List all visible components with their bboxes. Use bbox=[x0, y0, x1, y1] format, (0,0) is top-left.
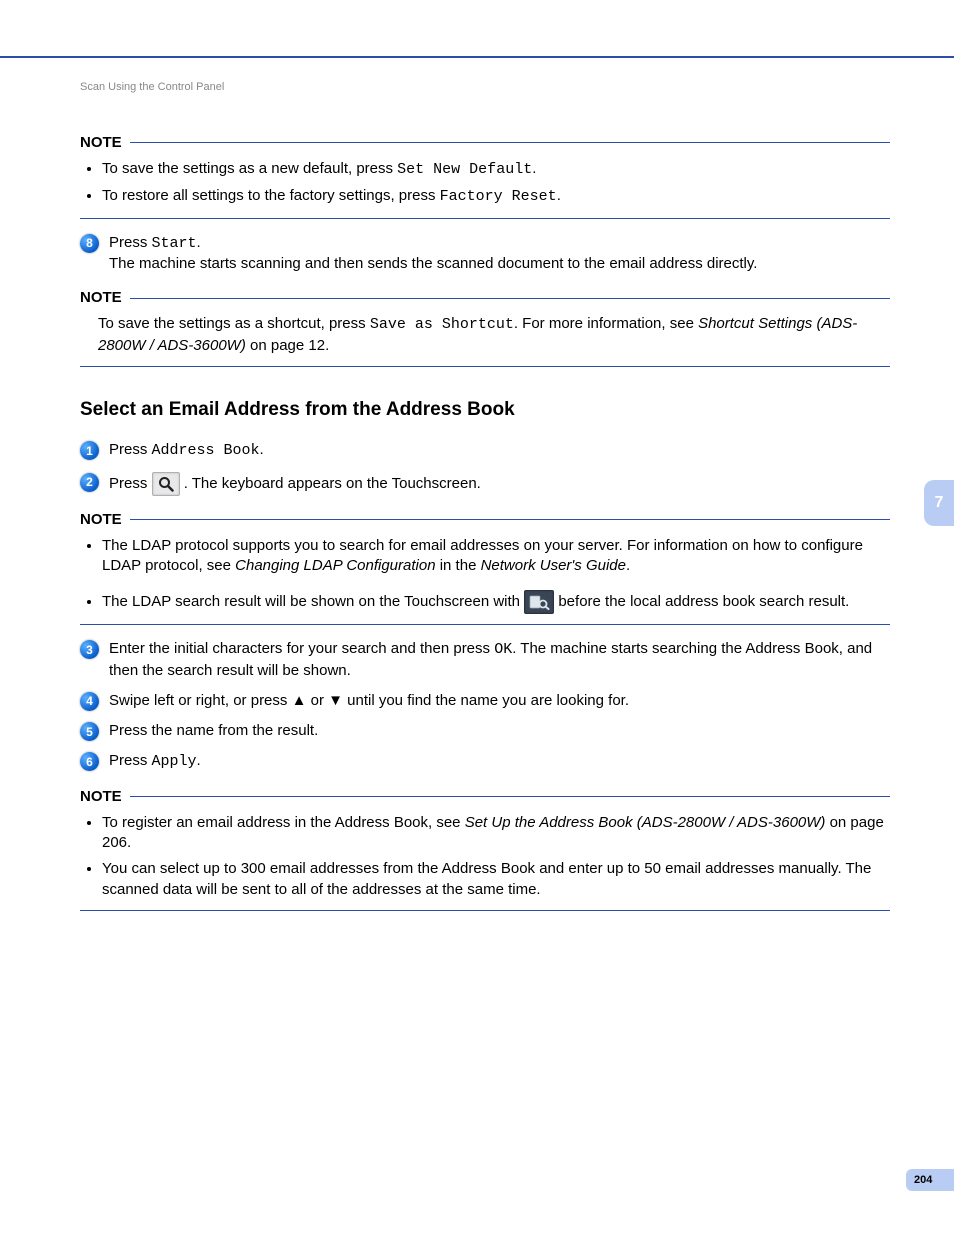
page-number-tab: 204 bbox=[906, 1169, 954, 1191]
mono-text: OK bbox=[494, 641, 512, 658]
note-close-rule bbox=[80, 624, 890, 625]
text: . bbox=[532, 160, 536, 177]
note-label: NOTE bbox=[80, 288, 122, 308]
text: . bbox=[197, 234, 201, 251]
note-label: NOTE bbox=[80, 510, 122, 530]
text: To register an email address in the Addr… bbox=[102, 814, 465, 831]
text: or bbox=[306, 692, 328, 709]
step-3: 3 Enter the initial characters for your … bbox=[80, 639, 890, 681]
italic-ref: Changing LDAP Configuration bbox=[235, 557, 435, 574]
text: until you find the name you are looking … bbox=[343, 692, 629, 709]
mono-text: Save as Shortcut bbox=[370, 316, 514, 333]
up-arrow-icon: ▲ bbox=[292, 692, 307, 709]
step-1: 1 Press Address Book. bbox=[80, 440, 890, 461]
text: on page 12. bbox=[246, 337, 329, 354]
text: The LDAP search result will be shown on … bbox=[102, 593, 524, 610]
step-2: 2 Press . The keyboard appears on the To… bbox=[80, 472, 890, 496]
step-5-body: Press the name from the result. bbox=[109, 721, 890, 741]
page-number: 204 bbox=[914, 1173, 932, 1188]
note-label: NOTE bbox=[80, 133, 122, 153]
text: . For more information, see bbox=[514, 315, 698, 332]
chapter-number: 7 bbox=[935, 492, 944, 514]
note-2-body: To save the settings as a shortcut, pres… bbox=[98, 314, 890, 356]
note-3-list: The LDAP protocol supports you to search… bbox=[80, 536, 890, 615]
note-1-item-1: To save the settings as a new default, p… bbox=[102, 159, 890, 180]
breadcrumb: Scan Using the Control Panel bbox=[80, 80, 890, 95]
step-4: 4 Swipe left or right, or press ▲ or ▼ u… bbox=[80, 691, 890, 711]
note-close-rule bbox=[80, 218, 890, 219]
text: Enter the initial characters for your se… bbox=[109, 640, 494, 657]
text: . bbox=[557, 187, 561, 204]
down-arrow-icon: ▼ bbox=[328, 692, 343, 709]
chapter-tab: 7 bbox=[924, 480, 954, 526]
note-rule bbox=[130, 298, 890, 299]
text: Press bbox=[109, 234, 152, 251]
ldap-result-icon bbox=[524, 590, 554, 614]
text: Press bbox=[109, 752, 152, 769]
step-6-body: Press Apply. bbox=[109, 751, 890, 772]
note-header: NOTE bbox=[80, 510, 890, 530]
note-label: NOTE bbox=[80, 787, 122, 807]
text: Press bbox=[109, 441, 152, 458]
step-2-body: Press . The keyboard appears on the Touc… bbox=[109, 472, 890, 496]
step-badge-3: 3 bbox=[80, 640, 99, 659]
text: . bbox=[626, 557, 630, 574]
step-badge-5: 5 bbox=[80, 722, 99, 741]
note-3-item-2: The LDAP search result will be shown on … bbox=[102, 590, 890, 614]
note-1-item-2: To restore all settings to the factory s… bbox=[102, 186, 890, 207]
text: before the local address book search res… bbox=[558, 593, 849, 610]
note-4-item-1: To register an email address in the Addr… bbox=[102, 813, 890, 854]
step-4-body: Swipe left or right, or press ▲ or ▼ unt… bbox=[109, 691, 890, 711]
mono-text: Start bbox=[152, 235, 197, 252]
note-close-rule bbox=[80, 366, 890, 367]
note-header: NOTE bbox=[80, 133, 890, 153]
note-header: NOTE bbox=[80, 288, 890, 308]
note-rule bbox=[130, 519, 890, 520]
step-badge-8: 8 bbox=[80, 234, 99, 253]
text: in the bbox=[436, 557, 481, 574]
italic-ref: Network User's Guide bbox=[481, 557, 626, 574]
top-border-rule bbox=[0, 56, 954, 58]
step-8-body: Press Start. The machine starts scanning… bbox=[109, 233, 890, 275]
text: . The keyboard appears on the Touchscree… bbox=[184, 475, 481, 492]
step-3-body: Enter the initial characters for your se… bbox=[109, 639, 890, 681]
text: . bbox=[260, 441, 264, 458]
text: To restore all settings to the factory s… bbox=[102, 187, 440, 204]
mono-text: Set New Default bbox=[397, 161, 532, 178]
italic-ref: Set Up the Address Book (ADS-2800W / ADS… bbox=[465, 814, 826, 831]
note-4-item-2: You can select up to 300 email addresses… bbox=[102, 859, 890, 900]
step-5: 5 Press the name from the result. bbox=[80, 721, 890, 741]
step-badge-2: 2 bbox=[80, 473, 99, 492]
text: To save the settings as a shortcut, pres… bbox=[98, 315, 370, 332]
text: Swipe left or right, or press bbox=[109, 692, 292, 709]
note-rule bbox=[130, 796, 890, 797]
step-8: 8 Press Start. The machine starts scanni… bbox=[80, 233, 890, 275]
note-header: NOTE bbox=[80, 787, 890, 807]
note-1-list: To save the settings as a new default, p… bbox=[80, 159, 890, 208]
step-6: 6 Press Apply. bbox=[80, 751, 890, 772]
text: . bbox=[197, 752, 201, 769]
note-rule bbox=[130, 142, 890, 143]
step-badge-4: 4 bbox=[80, 692, 99, 711]
mono-text: Factory Reset bbox=[440, 188, 557, 205]
text: To save the settings as a new default, p… bbox=[102, 160, 397, 177]
note-4-list: To register an email address in the Addr… bbox=[80, 813, 890, 900]
section-heading: Select an Email Address from the Address… bbox=[80, 397, 890, 423]
text: The machine starts scanning and then sen… bbox=[109, 255, 757, 272]
magnifier-icon bbox=[152, 472, 180, 496]
mono-text: Address Book bbox=[152, 442, 260, 459]
note-close-rule bbox=[80, 910, 890, 911]
step-badge-6: 6 bbox=[80, 752, 99, 771]
step-badge-1: 1 bbox=[80, 441, 99, 460]
step-1-body: Press Address Book. bbox=[109, 440, 890, 461]
note-3-item-1: The LDAP protocol supports you to search… bbox=[102, 536, 890, 577]
text: Press bbox=[109, 475, 152, 492]
mono-text: Apply bbox=[152, 753, 197, 770]
